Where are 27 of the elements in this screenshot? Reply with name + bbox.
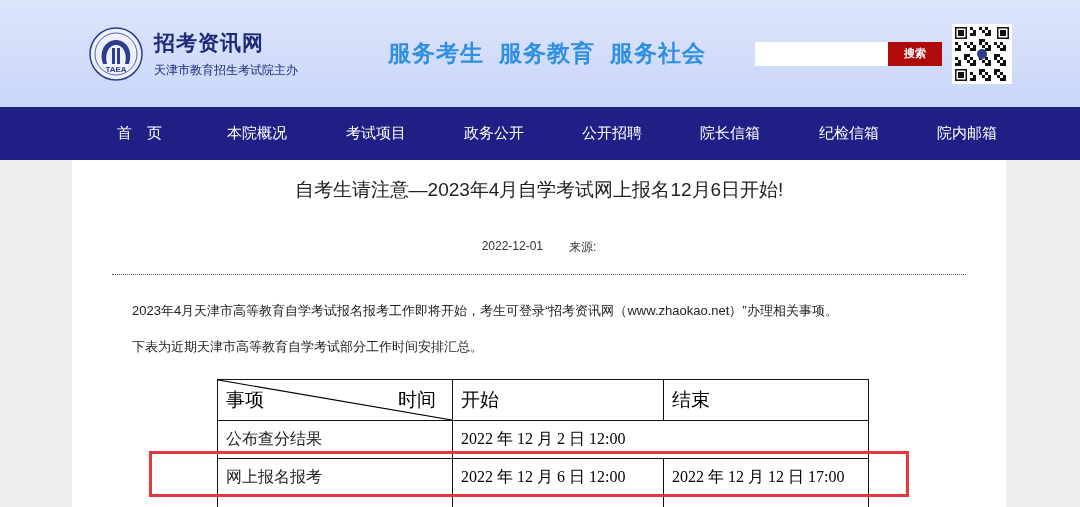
slogan: 服务考生 服务教育 服务社会 [388,39,706,68]
table-cell: 网上报名报考 [217,458,453,497]
nav-link[interactable]: 本院概况 [198,107,317,160]
nav-link[interactable]: 纪检信箱 [789,107,908,160]
search-field[interactable] [755,41,888,66]
column-header: 开始 [452,379,664,421]
site-owner: 天津市教育招生考试院主办 [154,61,298,79]
table-cell: 2022 年 12 月 2 日 12:00 [452,420,869,459]
article-date: 2022-12-01 [481,239,543,255]
nav-link[interactable]: 考试项目 [316,107,435,160]
qr-code-icon [952,23,1012,84]
logo-icon: TAEA [88,25,144,82]
nav-link[interactable]: 政务公开 [434,107,553,160]
column-header: 结束 [663,379,869,421]
site-name: 招考资讯网 [154,29,265,56]
nav-link[interactable]: 公开招聘 [553,107,672,160]
table-cell: 公布查分结果 [217,420,453,459]
paragraph: 下表为近期天津市高等教育自学考试部分工作时间安排汇总。 [132,338,484,356]
search-button[interactable]: 搜索 [888,41,942,66]
nav-link[interactable]: 院内邮箱 [907,107,1026,160]
source-label: 来源: [569,239,597,256]
nav-link[interactable]: 院长信箱 [671,107,790,160]
article-title: 自考生请注意—2023年4月自学考试网上报名12月6日开始! [293,178,785,202]
header-label: 时间 [398,387,436,412]
paragraph: 2023年4月天津市高等教育自学考试报名报考工作即将开始，考生可登录“招考资讯网（www.zhaokao.net）”办理相关事项。 [132,302,839,320]
nav-link[interactable]: 首 页 [80,107,199,160]
header-label: 事项 [226,388,264,410]
